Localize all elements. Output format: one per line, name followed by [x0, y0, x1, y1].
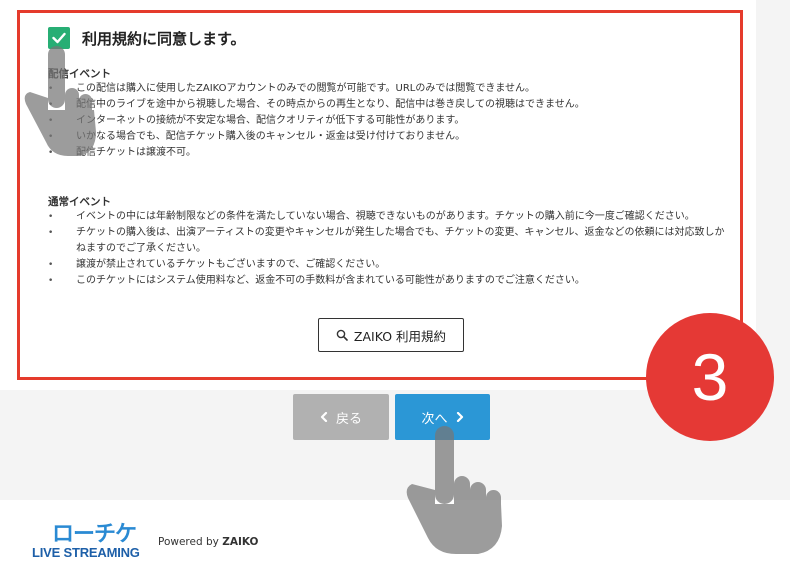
list-item: 配信中のライブを途中から視聴した場合、その時点からの再生となり、配信中は巻き戻し… [48, 97, 728, 113]
back-button[interactable]: 戻る [293, 394, 389, 440]
step-badge: 3 [646, 313, 774, 441]
lawson-ticket-logo: ローチケ LIVE STREAMING [32, 516, 140, 566]
check-icon [52, 32, 66, 44]
list-item: イベントの中には年齢制限などの条件を満たしていない場合、視聴できないものがありま… [48, 209, 728, 225]
list-item: この配信は購入に使用したZAIKOアカウントのみでの閲覧が可能です。URLのみで… [48, 81, 728, 97]
list-item: チケットの購入後は、出演アーティストの変更やキャンセルが発生した場合でも、チケッ… [48, 225, 728, 257]
list-item: インターネットの接続が不安定な場合、配信クオリティが低下する可能性があります。 [48, 113, 728, 129]
list-item: いかなる場合でも、配信チケット購入後のキャンセル・返金は受け付けておりません。 [48, 129, 728, 145]
zaiko-terms-label: ZAIKO 利用規約 [353, 328, 447, 344]
pointing-hand-icon [24, 46, 97, 156]
terms-card: 利用規約に同意します。 配信イベント この配信は購入に使用したZAIKOアカウン… [0, 0, 756, 390]
regular-terms-list: イベントの中には年齢制限などの条件を満たしていない場合、視聴できないものがありま… [48, 209, 728, 289]
pointing-hand-icon [406, 426, 502, 554]
search-icon [336, 329, 348, 341]
logo-bottom-text: LIVE STREAMING [32, 545, 140, 560]
chevron-left-icon [320, 412, 328, 422]
list-item: 譲渡が禁止されているチケットもございますので、ご確認ください。 [48, 257, 728, 273]
powered-brand: ZAIKO [222, 536, 259, 548]
chevron-right-icon [456, 412, 463, 422]
next-label: 次へ [421, 411, 448, 427]
logo-top-text: ローチケ [52, 522, 137, 547]
back-label: 戻る [335, 411, 362, 427]
list-item: このチケットにはシステム使用料など、返金不可の手数料が含まれている可能性がありま… [48, 273, 728, 289]
powered-by: Powered by ZAIKO [158, 536, 258, 548]
agree-label: 利用規約に同意します。 [82, 29, 246, 48]
zaiko-terms-button[interactable]: ZAIKO 利用規約 [318, 318, 464, 352]
footer: ローチケ LIVE STREAMING Powered by ZAIKO [0, 500, 790, 576]
streaming-terms-list: この配信は購入に使用したZAIKOアカウントのみでの閲覧が可能です。URLのみで… [48, 81, 728, 161]
powered-prefix: Powered by [158, 536, 219, 548]
list-item: 配信チケットは譲渡不可。 [48, 145, 728, 161]
section-title-regular: 通常イベント [48, 196, 111, 208]
